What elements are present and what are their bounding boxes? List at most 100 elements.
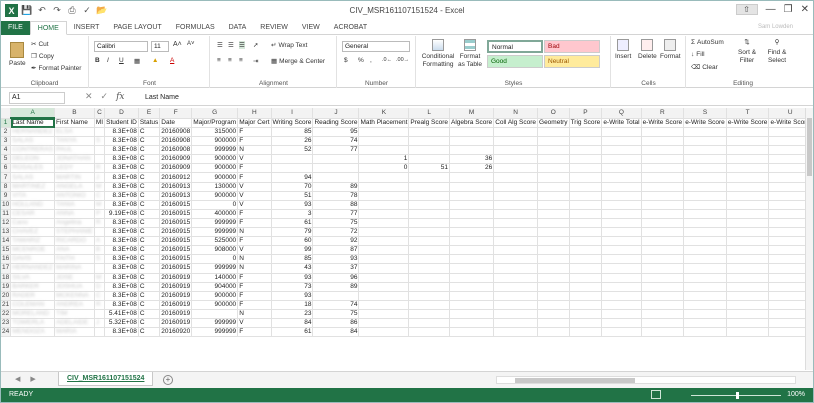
cell[interactable]: [569, 218, 603, 229]
cell[interactable]: C: [138, 318, 161, 329]
cell[interactable]: 8.3E+08: [104, 291, 139, 301]
cell[interactable]: Angelina: [54, 218, 95, 229]
cell[interactable]: [601, 145, 642, 156]
cell[interactable]: 8.3E+08: [104, 273, 139, 283]
cell[interactable]: 900000: [191, 136, 239, 147]
column-title-cell[interactable]: Coll Alg Score: [493, 118, 539, 128]
cell[interactable]: [449, 236, 495, 247]
cell[interactable]: 20160915: [159, 254, 193, 265]
cell[interactable]: [726, 163, 770, 174]
cell[interactable]: [493, 145, 539, 156]
cell[interactable]: 20160915: [159, 200, 193, 210]
insert-function-icon[interactable]: fx: [116, 92, 124, 102]
cell[interactable]: C: [138, 291, 161, 301]
cell[interactable]: [641, 145, 685, 156]
row-header[interactable]: 1: [1, 118, 12, 128]
cell[interactable]: C: [138, 191, 161, 201]
cell[interactable]: 1: [358, 154, 410, 165]
cell[interactable]: [726, 309, 770, 319]
cell[interactable]: F: [237, 163, 272, 174]
column-title-cell[interactable]: Major Cert: [237, 118, 272, 128]
row-header[interactable]: 16: [1, 254, 12, 265]
cell[interactable]: 400000: [191, 209, 239, 219]
row-header[interactable]: 20: [1, 291, 12, 301]
cell[interactable]: [601, 273, 642, 283]
cell[interactable]: STEPHANIE: [54, 227, 95, 238]
delete-cells-button[interactable]: Delete: [638, 39, 657, 60]
cell[interactable]: [683, 200, 727, 210]
cell[interactable]: [641, 273, 685, 283]
cell[interactable]: [683, 273, 727, 283]
cell[interactable]: [768, 209, 807, 219]
cell[interactable]: 900000: [191, 191, 239, 201]
cell[interactable]: [358, 273, 410, 283]
row-header[interactable]: 21: [1, 300, 12, 310]
cell[interactable]: 93: [271, 200, 314, 210]
number-format-select[interactable]: General: [342, 41, 410, 52]
horizontal-scroll-thumb[interactable]: [515, 378, 635, 383]
cell[interactable]: [768, 218, 807, 229]
restore-icon[interactable]: ❐: [784, 4, 793, 15]
cell[interactable]: BARKER: [10, 282, 56, 292]
cell[interactable]: MCKENNA: [54, 291, 95, 301]
cell[interactable]: [683, 127, 727, 138]
style-neutral[interactable]: Neutral: [544, 55, 600, 68]
cell[interactable]: [408, 245, 450, 256]
cell[interactable]: 8.3E+08: [104, 263, 139, 274]
cell[interactable]: 89: [312, 182, 360, 192]
cell[interactable]: 72: [312, 227, 360, 238]
cell[interactable]: [493, 127, 539, 138]
cell[interactable]: 8.3E+08: [104, 200, 139, 210]
cell[interactable]: [271, 163, 314, 174]
autosum-button[interactable]: Σ AutoSum: [691, 39, 724, 46]
column-header-f[interactable]: F: [159, 108, 193, 119]
cell[interactable]: [493, 263, 539, 274]
cell[interactable]: TANIA: [54, 200, 95, 210]
cell[interactable]: [449, 327, 495, 338]
cell[interactable]: [449, 273, 495, 283]
cell[interactable]: [493, 291, 539, 301]
cell[interactable]: HERNANDEZ: [10, 127, 56, 138]
column-title-cell[interactable]: Date: [159, 118, 193, 128]
cell[interactable]: [569, 318, 603, 329]
cell[interactable]: [601, 154, 642, 165]
cell[interactable]: 20160919: [159, 309, 193, 319]
cell[interactable]: 73: [271, 282, 314, 292]
cell[interactable]: [537, 227, 570, 238]
clear-button[interactable]: ⌫ Clear: [691, 63, 718, 72]
cell[interactable]: [569, 163, 603, 174]
cell[interactable]: [726, 191, 770, 201]
format-as-table-button[interactable]: Format as Table: [457, 39, 483, 69]
font-color-icon[interactable]: A: [170, 57, 174, 64]
cell[interactable]: 20160919: [159, 291, 193, 301]
cell[interactable]: 20160908: [159, 127, 193, 138]
cell[interactable]: C: [138, 236, 161, 247]
select-all-corner[interactable]: [1, 108, 12, 119]
cell[interactable]: [641, 300, 685, 310]
column-title-cell[interactable]: Trig Score: [569, 118, 603, 128]
cell[interactable]: DELEON: [10, 154, 56, 165]
cell[interactable]: R: [94, 218, 106, 229]
cell[interactable]: 900000: [191, 163, 239, 174]
cell[interactable]: J: [94, 172, 106, 183]
middle-align-icon[interactable]: ☰: [228, 41, 234, 49]
cell[interactable]: [726, 154, 770, 165]
vertical-scrollbar[interactable]: [805, 108, 813, 370]
cell[interactable]: TIM: [54, 309, 95, 319]
tab-insert[interactable]: INSERT: [67, 21, 107, 35]
column-header-u[interactable]: U: [768, 108, 807, 119]
cell[interactable]: C: [138, 227, 161, 238]
column-title-cell[interactable]: First Name: [54, 118, 95, 128]
next-sheet-icon[interactable]: ▶: [30, 375, 35, 383]
cell[interactable]: C: [138, 154, 161, 165]
cell[interactable]: [449, 191, 495, 201]
cell[interactable]: [768, 282, 807, 292]
cell[interactable]: [449, 182, 495, 192]
cell[interactable]: JOSE: [54, 273, 95, 283]
cell[interactable]: [569, 191, 603, 201]
cell[interactable]: [537, 127, 570, 138]
cell[interactable]: [449, 200, 495, 210]
tab-view[interactable]: VIEW: [295, 21, 327, 35]
cell[interactable]: 93: [271, 291, 314, 301]
cell[interactable]: [601, 136, 642, 147]
